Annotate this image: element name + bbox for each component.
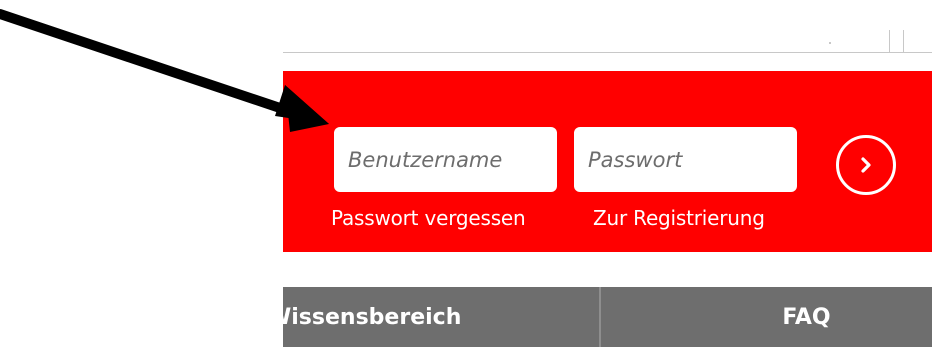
toolbar-separator [903, 30, 904, 52]
toolbar-marker [829, 42, 831, 44]
nav-item-wissensbereich[interactable]: Wissensbereich [283, 287, 601, 347]
toolbar-divider [283, 52, 932, 53]
forgot-password-link[interactable]: Passwort vergessen [331, 206, 526, 230]
register-link[interactable]: Zur Registrierung [593, 206, 765, 230]
login-bar: Passwort vergessen Zur Registrierung [283, 71, 932, 252]
top-toolbar-strip [283, 0, 932, 60]
nav-item-faq[interactable]: FAQ [601, 287, 932, 347]
main-nav: Wissensbereich FAQ [283, 287, 932, 347]
toolbar-separator [889, 30, 890, 52]
chevron-right-icon [861, 157, 871, 173]
login-submit-button[interactable] [836, 135, 896, 195]
password-input[interactable] [574, 127, 797, 192]
username-input[interactable] [334, 127, 557, 192]
